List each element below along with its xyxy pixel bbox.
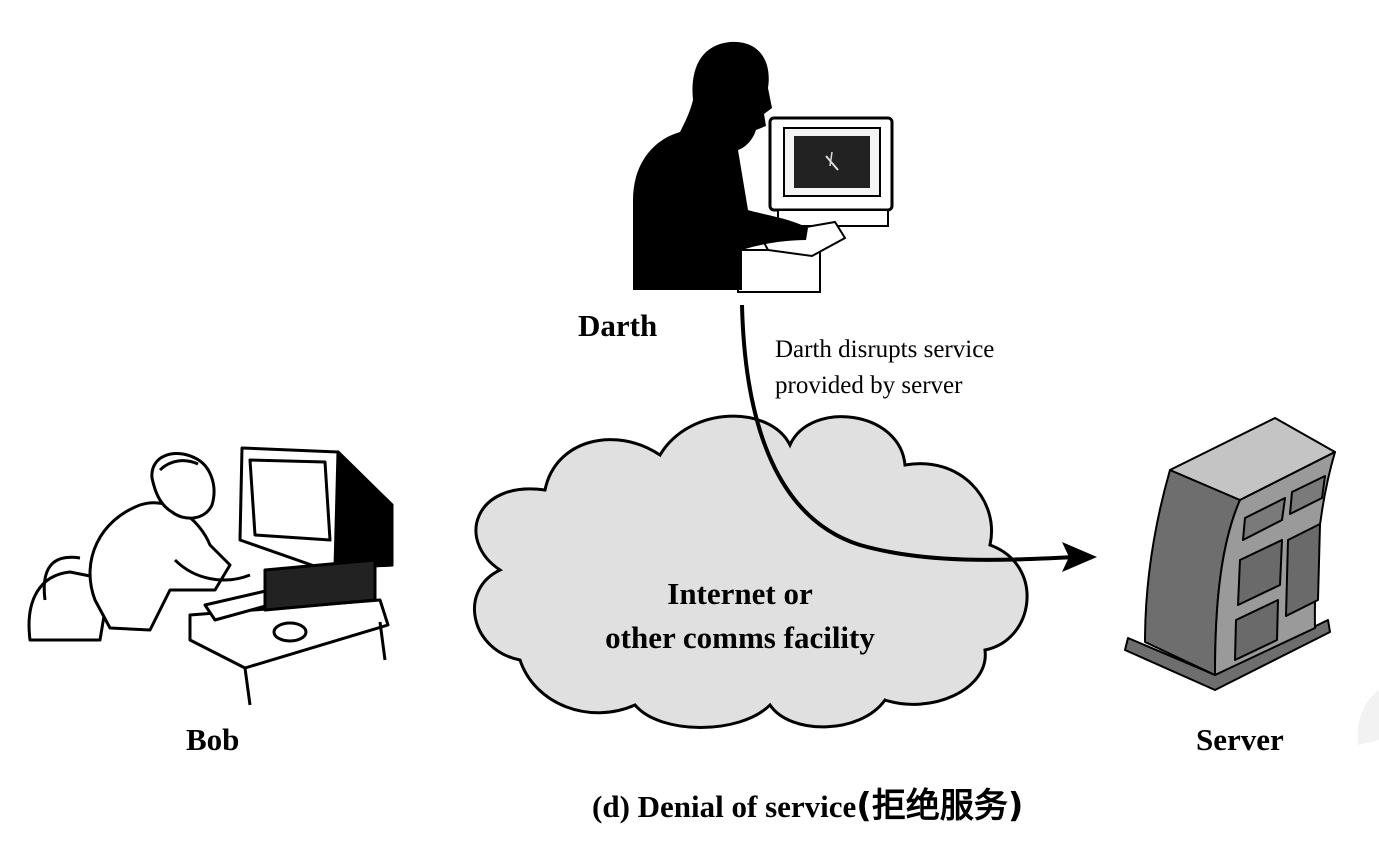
- server-tower-icon: [1124, 417, 1336, 691]
- annotation-line-2: provided by server: [775, 372, 963, 399]
- caption-english: (d) Denial of service: [592, 789, 857, 824]
- annotation-line-1: Darth disrupts service: [775, 336, 995, 363]
- attack-annotation: Darth disrupts service provided by serve…: [775, 332, 994, 404]
- cloud-label: Internet or other comms facility: [560, 572, 920, 660]
- server-label: Server: [1196, 722, 1284, 757]
- cloud-label-line-2: other comms facility: [605, 620, 875, 655]
- cloud-label-line-1: Internet or: [667, 576, 813, 611]
- darth-silhouette-icon: [633, 41, 894, 293]
- darth-label: Darth: [578, 308, 658, 343]
- diagram-canvas: [27, 41, 1379, 745]
- bob-computer-user-icon: [27, 446, 394, 706]
- figure-caption: (d) Denial of service(拒绝服务): [592, 778, 1023, 827]
- bob-label: Bob: [186, 722, 240, 757]
- caption-chinese: (拒绝服务): [856, 786, 1024, 826]
- denial-of-service-diagram: Darth Bob Server Darth disrupts service …: [0, 0, 1379, 840]
- decorative-arc: [1357, 690, 1379, 745]
